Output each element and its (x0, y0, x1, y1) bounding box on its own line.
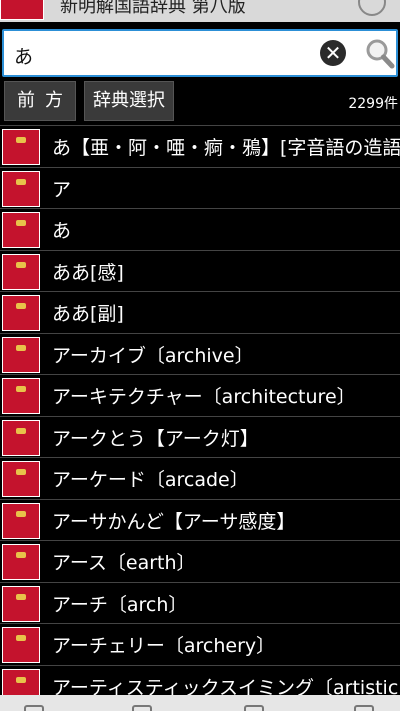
result-list[interactable]: あ【亜・阿・唖・痾・鴉】[字音語の造語成分アあああ[感] ああ[副] アーカイブ〔a… (0, 125, 400, 695)
seal-icon (16, 510, 26, 517)
seal-icon (16, 469, 26, 475)
dictionary-icon (2, 212, 40, 248)
seal-icon (16, 137, 26, 143)
dictionary-icon (2, 627, 40, 663)
dictionary-select-button[interactable]: 辞典選択 (84, 81, 174, 121)
list-item[interactable]: ア (0, 166, 400, 209)
search-icon[interactable] (364, 35, 396, 71)
prefix-match-button[interactable]: 前方 (4, 81, 76, 121)
seal-icon (16, 427, 26, 434)
seal-icon (16, 635, 26, 641)
entry-headword: ああ[副] (52, 303, 124, 325)
list-item[interactable]: あ【亜・阿・唖・痾・鴉】[字音語の造語成分 (0, 125, 400, 167)
list-tab-icon[interactable] (132, 705, 152, 711)
entry-headword: あ (52, 220, 72, 242)
entry-headword: あ【亜・阿・唖・痾・鴉】[字音語の造語成分 (52, 137, 400, 159)
seal-icon (16, 344, 26, 351)
entry-headword: アーケード〔arcade〕 (52, 469, 249, 491)
entry-headword: アーティスティックスイミング〔artistic swi (52, 676, 400, 696)
list-item[interactable]: アーキテクチャー〔architecture〕 (0, 374, 400, 416)
seal-icon (16, 593, 26, 600)
bottom-bar (0, 695, 400, 711)
app-title: 新明解国語辞典 第八版 (60, 0, 246, 17)
list-item[interactable]: アークとう【アーク灯】 (0, 415, 400, 458)
list-item[interactable]: アーカイブ〔archive〕 (0, 332, 400, 375)
entry-headword: ア (52, 178, 72, 201)
pen-icon[interactable] (358, 0, 386, 16)
dictionary-icon (2, 461, 40, 497)
dictionary-icon (2, 585, 40, 622)
dictionary-icon (2, 419, 40, 456)
entry-headword: アーサかんど【アーサ感度】 (52, 510, 296, 533)
title-bar: 新明解国語辞典 第八版 (0, 0, 400, 22)
search-bar: ✕ (0, 25, 400, 81)
dictionary-icon (2, 502, 40, 539)
list-item[interactable]: アーティスティックスイミング〔artistic swi (0, 664, 400, 696)
menu-tab-icon[interactable] (354, 705, 374, 711)
entry-headword: アース〔earth〕 (52, 552, 196, 574)
search-tab-icon[interactable] (24, 705, 44, 711)
dictionary-icon (2, 378, 40, 414)
search-field: ✕ (2, 29, 398, 77)
clear-icon[interactable]: ✕ (320, 40, 346, 66)
dictionary-icon (2, 129, 40, 165)
dictionary-icon (2, 668, 40, 695)
list-item[interactable]: あ (0, 208, 400, 250)
seal-icon (16, 220, 26, 226)
dictionary-icon (2, 253, 40, 290)
edit-tab-icon[interactable] (244, 705, 264, 711)
list-item[interactable]: アーチ〔arch〕 (0, 581, 400, 624)
list-item[interactable]: ああ[感] (0, 249, 400, 292)
list-item[interactable]: アーケード〔arcade〕 (0, 457, 400, 499)
list-item[interactable]: アース〔earth〕 (0, 540, 400, 582)
seal-icon (16, 386, 26, 392)
entry-headword: アーカイブ〔archive〕 (52, 344, 254, 367)
list-item[interactable]: アーチェリー〔archery〕 (0, 623, 400, 665)
dictionary-icon (2, 295, 40, 331)
list-item[interactable]: ああ[副] (0, 291, 400, 333)
seal-icon (16, 178, 26, 185)
app-icon (0, 0, 44, 20)
seal-icon (16, 261, 26, 268)
search-input[interactable] (12, 39, 306, 71)
dictionary-icon (2, 544, 40, 580)
entry-headword: アーキテクチャー〔architecture〕 (52, 386, 356, 408)
seal-icon (16, 676, 26, 683)
entry-headword: アーチェリー〔archery〕 (52, 635, 276, 657)
toolbar: 前方 辞典選択 2299件 (0, 81, 400, 123)
dictionary-icon (2, 170, 40, 207)
list-item[interactable]: アーサかんど【アーサ感度】 (0, 498, 400, 541)
seal-icon (16, 552, 26, 558)
entry-headword: アーチ〔arch〕 (52, 593, 188, 616)
entry-headword: アークとう【アーク灯】 (52, 427, 259, 450)
dictionary-icon (2, 336, 40, 373)
entry-headword: ああ[感] (52, 261, 124, 284)
seal-icon (16, 303, 26, 309)
result-count: 2299件 (348, 96, 398, 112)
